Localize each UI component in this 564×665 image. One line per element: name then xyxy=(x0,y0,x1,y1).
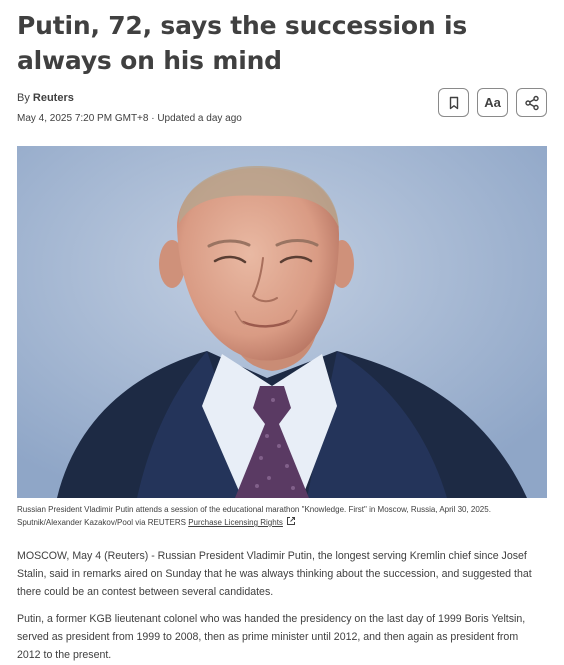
article-page: Putin, 72, says the succession is always… xyxy=(0,8,564,665)
byline-prefix: By xyxy=(17,92,33,104)
publish-date: May 4, 2025 7:20 PM GMT+8 · Updated a da… xyxy=(17,113,242,124)
article-headline: Putin, 72, says the succession is always… xyxy=(17,11,468,75)
share-icon xyxy=(524,95,539,110)
share-button[interactable] xyxy=(516,88,547,117)
byline: By Reuters xyxy=(17,92,74,104)
article-paragraph: MOSCOW, May 4 (Reuters) - Russian Presid… xyxy=(17,550,532,598)
article-paragraph: Putin, a former KGB lieutenant colonel w… xyxy=(17,613,526,661)
article-photo[interactable] xyxy=(17,146,547,498)
author-link[interactable]: Reuters xyxy=(33,92,74,104)
portrait-illustration xyxy=(17,146,547,498)
bookmark-button[interactable] xyxy=(438,88,469,117)
photo-caption: Russian President Vladimir Putin attends… xyxy=(17,504,545,529)
text-size-label: Aa xyxy=(484,95,501,110)
bookmark-icon xyxy=(449,96,458,109)
article-meta: By Reuters May 4, 2025 7:20 PM GMT+8 · U… xyxy=(17,88,547,138)
external-link-icon[interactable] xyxy=(286,516,296,526)
text-size-button[interactable]: Aa xyxy=(477,88,508,117)
licensing-link[interactable]: Purchase Licensing Rights xyxy=(188,518,283,527)
article-toolbar: Aa xyxy=(438,88,547,117)
